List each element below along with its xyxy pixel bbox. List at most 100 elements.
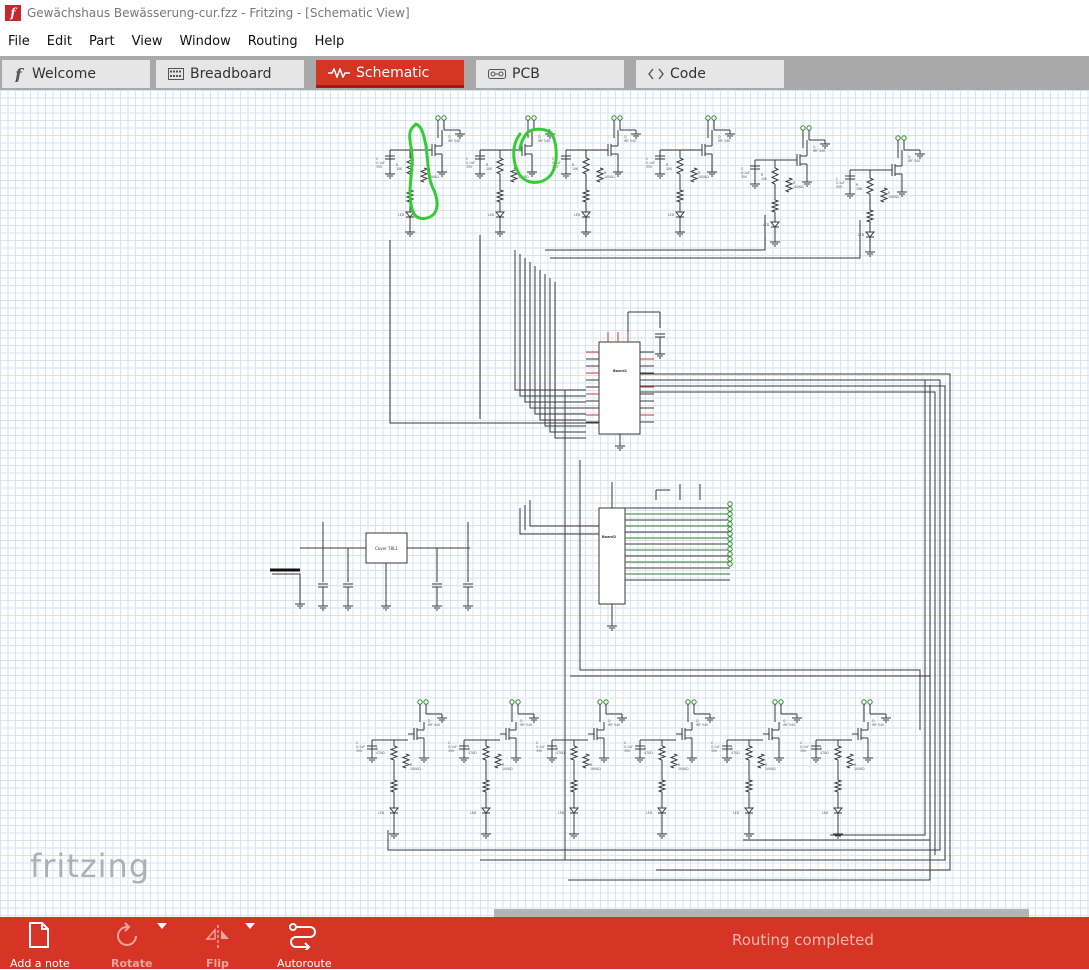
terminal-pin [800,125,806,131]
part-label: 10K [486,167,493,171]
part-label: 35V [711,749,718,753]
autoroute-icon [289,923,316,950]
view-tab-strip: f Welcome Breadboard Schematic PCB Code [0,56,1089,90]
schematic-canvas[interactable]: C 0.1uF 35V R 10K R 100KΩ LED Q IRF 540 C 0.1uF 35V R… [0,90,1089,917]
resistor-symbol [770,199,780,213]
routing-status-text: Routing completed [732,931,874,949]
wire [545,215,766,251]
part-label: IRF 540 [718,139,730,143]
wire [387,379,941,851]
resistor-symbol [569,779,579,793]
flip-button[interactable]: Flip [200,917,236,970]
menu-file[interactable]: File [0,34,39,49]
part-label: 35V [646,165,653,169]
wire [830,380,926,836]
fritzing-f-icon: f [14,66,26,82]
part-label: 100KΩ [765,767,776,771]
terminal-pin [727,501,733,507]
tab-schematic[interactable]: Schematic [316,60,464,88]
part-label: 100KΩ [888,195,899,199]
part-label: 35V [466,165,473,169]
part-label: 35V [356,749,363,753]
wire [640,373,951,871]
ic-chip-2 [598,507,626,605]
rotate-button[interactable]: Rotate [108,917,153,970]
rotate-dropdown-icon[interactable] [157,923,167,929]
menu-part[interactable]: Part [81,34,124,49]
led-symbol [568,807,580,814]
tab-pcb[interactable]: PCB [476,60,624,88]
part-label: IRF 540 [608,723,620,727]
tab-welcome[interactable]: f Welcome [2,60,150,88]
flip-icon [205,925,229,948]
rotate-label: Rotate [111,957,153,970]
schematic-drawing[interactable]: C0.1uF35V R10KR100KΩLEDQIRF 540C0.1uF35V R… [0,90,1089,917]
tab-breadboard[interactable]: Breadboard [156,60,304,88]
terminal-pin [705,115,711,121]
led-symbol [580,211,592,218]
terminal-pin [727,526,733,532]
tab-label: Code [670,66,706,82]
window-title: Gewächshaus Bewässerung-cur.fzz - Fritzi… [27,6,410,20]
wire [640,391,936,855]
part-label: 470Ω [376,751,385,755]
resistor-symbol [581,753,591,769]
flip-dropdown-icon[interactable] [245,923,255,929]
flip-label: Flip [206,957,229,970]
autoroute-button[interactable]: Autoroute [274,917,334,970]
resistor-symbol [675,189,685,203]
part-label: LED [763,223,770,227]
led-symbol [864,231,876,238]
terminal-pin [901,135,907,141]
terminal-pin [861,699,867,705]
menu-window[interactable]: Window [171,34,239,49]
part-label: 100KΩ [698,175,709,179]
terminal-pin [727,536,733,542]
led-symbol [480,807,492,814]
green-annotation-circle-1 [408,122,439,220]
terminal-pin [867,699,873,705]
terminal-pin [727,531,733,537]
menu-edit[interactable]: Edit [39,34,81,49]
part-label: IRF 540 [448,139,460,143]
horizontal-scrollbar[interactable] [494,909,1029,917]
menu-view[interactable]: View [124,34,172,49]
part-label: LED [858,233,865,237]
tab-code[interactable]: Code [636,60,784,88]
part-label: LED [574,213,581,217]
resistor-symbol [657,779,667,793]
rotate-icon [117,922,137,946]
resistor-symbol [770,167,780,185]
terminal-pin [778,699,784,705]
terminal-pin [691,699,697,705]
terminal-pin [685,699,691,705]
part-label: 10K [666,167,673,171]
part-label: LED [378,811,385,815]
add-note-button[interactable]: Add a note [10,917,70,970]
terminal-pin [772,699,778,705]
terminal-pin [806,125,812,131]
terminal-pin [727,516,733,522]
led-symbol [656,807,668,814]
terminal-pin [727,541,733,547]
chip-2-label: Board2 [602,535,617,539]
terminal-pin [597,699,603,705]
tab-label: PCB [512,66,540,82]
code-brackets-icon [648,68,664,80]
menu-help[interactable]: Help [307,34,354,49]
part-label: 35V [800,749,807,753]
part-label: 470Ω [820,751,829,755]
terminal-pin [727,521,733,527]
menu-bar: File Edit Part View Window Routing Help [0,28,1089,54]
title-bar: f Gewächshaus Bewässerung-cur.fzz - Frit… [0,0,1089,26]
terminal-pin [727,551,733,557]
tab-label: Welcome [32,66,97,82]
part-label: IRF 540 [428,723,440,727]
resistor-symbol [493,753,503,769]
part-label: 10K [856,187,863,191]
resistor-symbol [569,745,579,761]
part-label: IRF 540 [520,723,532,727]
menu-routing[interactable]: Routing [240,34,307,49]
led-symbol [674,211,686,218]
part-label: LED [398,213,405,217]
